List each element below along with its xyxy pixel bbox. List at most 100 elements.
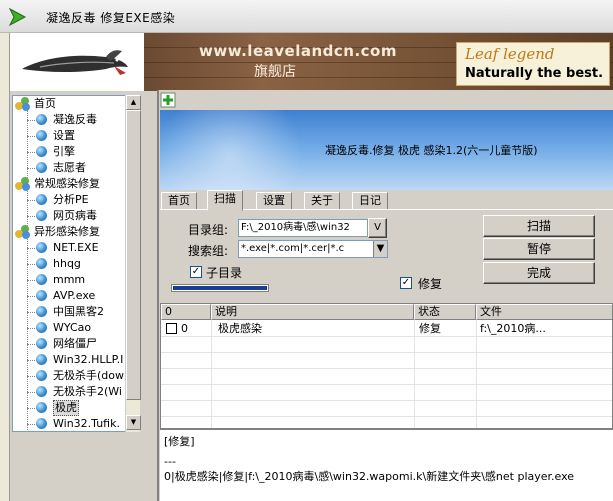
window-title: 凝逸反毒 修复EXE感染 xyxy=(46,11,176,25)
tree-item-label: NET.EXE xyxy=(53,241,99,254)
tree-group-label: 首页 xyxy=(34,97,56,110)
header-band: 凝逸反毒.修复 极虎 感染1.2(六一儿童节版) xyxy=(160,110,613,190)
tree-item-label: 分析PE xyxy=(53,193,89,206)
item-ball-icon xyxy=(36,306,47,317)
tree-item[interactable]: 志愿者 xyxy=(13,160,125,176)
tree-item[interactable]: Win32.HLLP.I xyxy=(13,352,125,368)
item-ball-icon xyxy=(36,146,47,157)
item-ball-icon xyxy=(36,114,47,125)
row-file: f:\_2010病... xyxy=(480,322,546,335)
finish-button[interactable]: 完成 xyxy=(483,262,595,284)
tab-scan[interactable]: 扫描 xyxy=(207,190,243,211)
log-line: 0|极虎感染|修复|f:\_2010病毒\感\win32.wapomi.k\新建… xyxy=(164,470,575,483)
tree-item-label: 网页病毒 xyxy=(53,209,97,222)
item-ball-icon xyxy=(36,290,47,301)
tree-item[interactable]: 分析PE xyxy=(13,192,125,208)
progress-fill xyxy=(173,286,267,290)
search-label: 搜索组: xyxy=(188,244,229,258)
tree-item[interactable]: hhqg xyxy=(13,256,125,272)
ad-banner[interactable]: www.leavelandcn.com 旗舰店 Leaf legend Natu… xyxy=(144,33,613,91)
item-ball-icon xyxy=(36,322,47,333)
col-index-header[interactable]: 0 xyxy=(161,304,211,320)
item-ball-icon xyxy=(36,162,47,173)
search-value: *.exe|*.com|*.cer|*.c xyxy=(241,243,345,254)
tab-about[interactable]: 关于 xyxy=(304,192,340,210)
pause-button[interactable]: 暂停 xyxy=(483,238,595,260)
item-ball-icon xyxy=(36,274,47,285)
col-desc-header[interactable]: 说明 xyxy=(211,304,414,320)
tree-group[interactable]: 常规感染修复 xyxy=(13,176,125,192)
tree-item-label: 志愿者 xyxy=(53,161,86,174)
tree-group-label: 常规感染修复 xyxy=(34,177,100,190)
tree-item-label: 引擎 xyxy=(53,145,75,158)
item-ball-icon xyxy=(36,338,47,349)
tree-item[interactable]: AVP.exe xyxy=(13,288,125,304)
app-arrow-icon xyxy=(8,7,27,27)
tree-group[interactable]: 首页 xyxy=(13,96,125,112)
tree-item[interactable]: mmm xyxy=(13,272,125,288)
tree-item[interactable]: Win32.Tufik. xyxy=(13,416,125,431)
results-table[interactable]: 0 说明 状态 文件 0 极虎感染 修复 f:\_2010病... xyxy=(160,303,613,429)
brand-tagline: Naturally the best. xyxy=(465,66,604,81)
tree-item-label: WYCao xyxy=(53,321,92,334)
row-desc: 极虎感染 xyxy=(218,322,262,335)
group-folder-icon xyxy=(15,177,31,191)
item-ball-icon xyxy=(36,418,47,429)
tree-item[interactable]: 设置 xyxy=(13,128,125,144)
tab-settings[interactable]: 设置 xyxy=(256,192,292,210)
item-ball-icon xyxy=(36,386,47,397)
col-file-header[interactable]: 文件 xyxy=(476,304,612,320)
group-folder-icon xyxy=(15,225,31,239)
item-ball-icon xyxy=(36,370,47,381)
tree-item[interactable]: 极虎 xyxy=(13,400,125,416)
dir-input[interactable]: F:\_2010病毒\感\win32 xyxy=(238,219,368,237)
subdir-checkbox[interactable]: ✓ xyxy=(190,266,202,278)
scroll-thumb[interactable] xyxy=(126,110,141,400)
tree-item-label: AVP.exe xyxy=(53,289,96,302)
tree-item[interactable]: WYCao xyxy=(13,320,125,336)
tab-log[interactable]: 日记 xyxy=(352,192,388,210)
log-output[interactable]: [修复] --- 0|极虎感染|修复|f:\_2010病毒\感\win32.wa… xyxy=(160,429,613,501)
row-status: 修复 xyxy=(419,322,441,335)
dir-browse-button[interactable]: V xyxy=(368,218,387,238)
tree-item[interactable]: 引擎 xyxy=(13,144,125,160)
scan-button[interactable]: 扫描 xyxy=(483,215,595,237)
tree-group[interactable]: 异形感染修复 xyxy=(13,224,125,240)
item-ball-icon xyxy=(36,402,47,413)
tab-home[interactable]: 首页 xyxy=(161,192,197,210)
header-title: 凝逸反毒.修复 极虎 感染1.2(六一儿童节版) xyxy=(325,144,538,157)
row-index: 0 xyxy=(181,322,188,335)
plus-icon[interactable] xyxy=(160,92,176,108)
item-ball-icon xyxy=(36,130,47,141)
tree-item-label: Win32.HLLP.I xyxy=(53,353,124,366)
subdir-label: 子目录 xyxy=(206,266,243,280)
scroll-up-button[interactable]: ▲ xyxy=(126,95,141,110)
search-combo[interactable]: *.exe|*.com|*.cer|*.c ▼ xyxy=(238,240,388,258)
tree-item[interactable]: 中国黑客2 xyxy=(13,304,125,320)
brand-box: Leaf legend Naturally the best. xyxy=(456,42,610,86)
app-logo xyxy=(10,33,144,91)
tree-item-label: mmm xyxy=(53,273,86,286)
row-checkbox[interactable] xyxy=(166,323,177,334)
tree-item[interactable]: 网络僵尸 xyxy=(13,336,125,352)
nav-tree[interactable]: 首页凝逸反毒 设置引擎志愿者常规感染修复分析PE 网页病毒异形感染修复 NET.EXE… xyxy=(12,95,140,432)
tree-item[interactable]: 无极杀手2(Wi xyxy=(13,384,125,400)
tree-item[interactable]: 无极杀手(dow xyxy=(13,368,125,384)
tree-item-label: 极虎 xyxy=(53,400,79,416)
tree-item-label: 无极杀手(dow xyxy=(53,369,125,382)
chevron-down-icon[interactable]: ▼ xyxy=(373,241,387,257)
tree-item[interactable]: 凝逸反毒 xyxy=(13,112,125,128)
tree-item-label: 网络僵尸 xyxy=(53,337,97,350)
item-ball-icon xyxy=(36,258,47,269)
repair-checkbox[interactable]: ✓ xyxy=(400,277,412,289)
tree-item-label: 设置 xyxy=(53,129,75,142)
group-folder-icon xyxy=(15,97,31,111)
scroll-down-button[interactable]: ▼ xyxy=(126,415,141,430)
item-ball-icon xyxy=(36,354,47,365)
tree-item-label: 中国黑客2 xyxy=(53,305,104,318)
tree-item[interactable]: NET.EXE xyxy=(13,240,125,256)
tree-scrollbar[interactable]: ▲ ▼ xyxy=(125,95,141,432)
col-status-header[interactable]: 状态 xyxy=(414,304,476,320)
tree-item[interactable]: 网页病毒 xyxy=(13,208,125,224)
item-ball-icon xyxy=(36,194,47,205)
